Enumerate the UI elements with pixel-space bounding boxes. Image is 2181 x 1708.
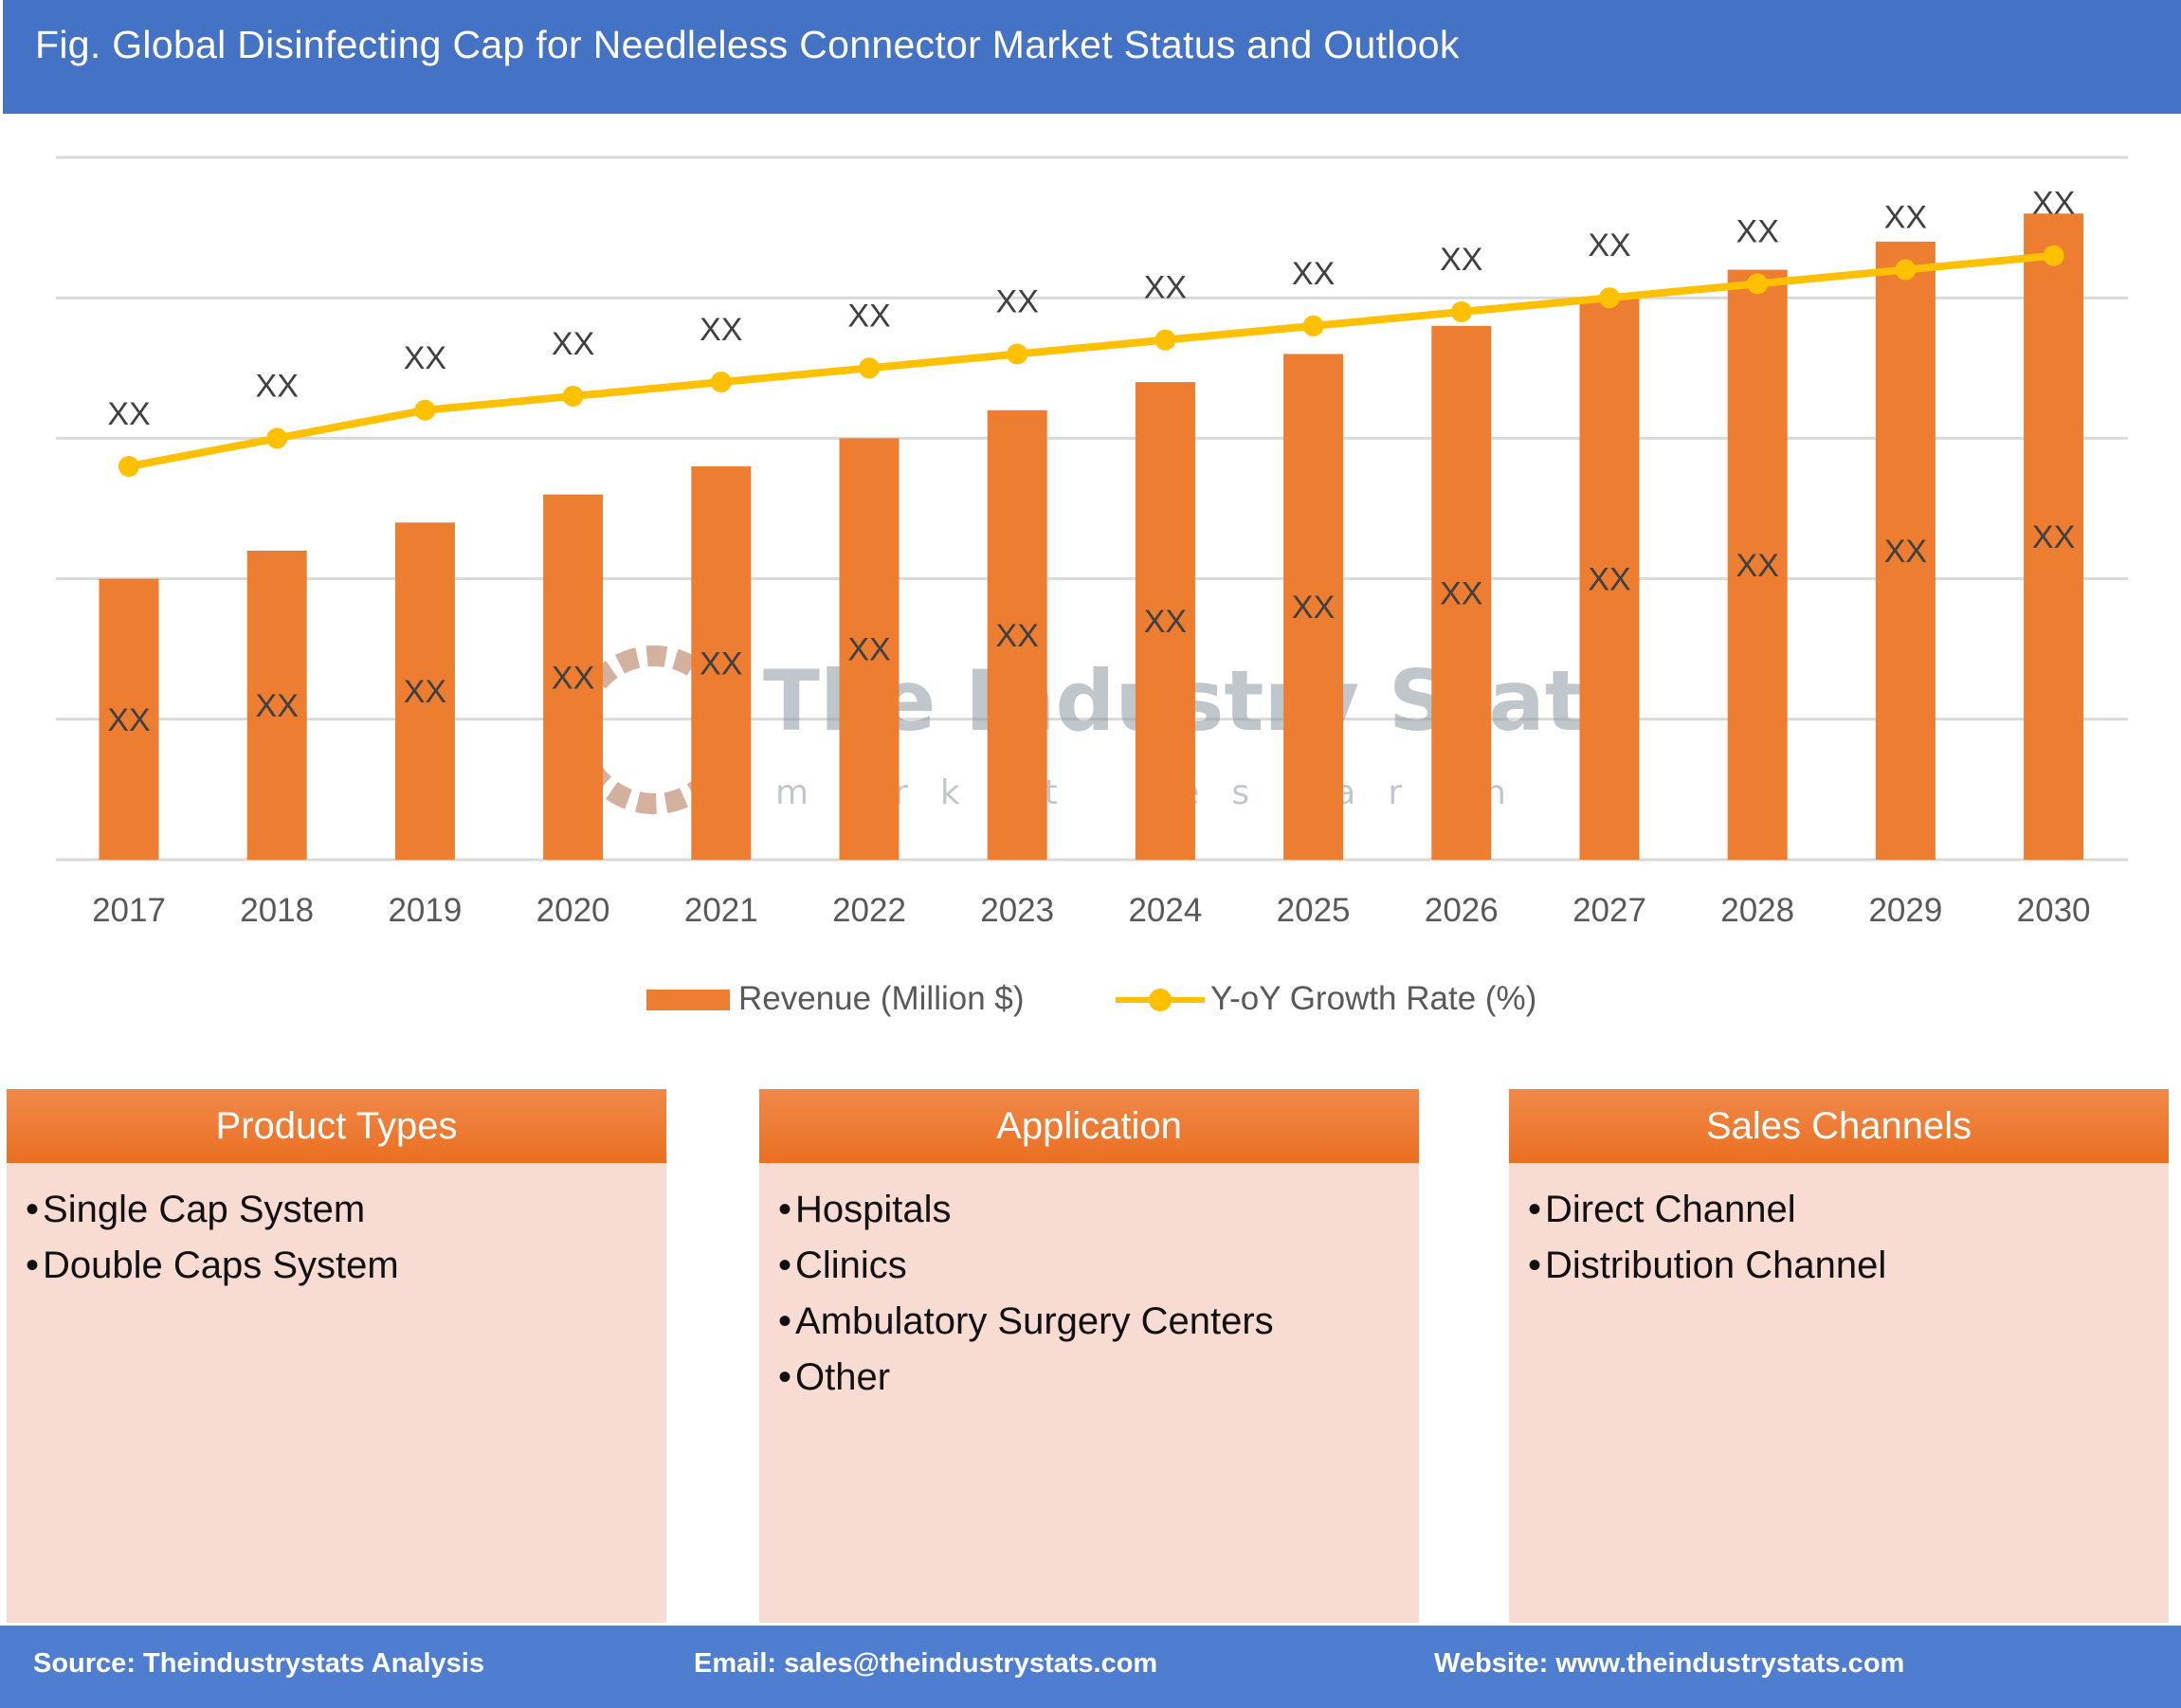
line-data-label: XX (1292, 256, 1335, 292)
list-item: Clinics (778, 1238, 1419, 1294)
line-data-label: XX (107, 396, 150, 432)
footer-source: Source: Theindustrystats Analysis (33, 1648, 484, 1679)
x-tick-label: 2028 (1720, 892, 1794, 929)
bar-data-label: XX (256, 688, 299, 724)
panel-sales-channels: Sales Channels Direct ChannelDistributio… (1509, 1089, 2169, 1623)
list-item: Hospitals (778, 1182, 1419, 1238)
panel-application: Application HospitalsClinicsAmbulatory S… (759, 1089, 1419, 1623)
growth-point-2021 (710, 372, 732, 393)
line-data-label: XX (1884, 200, 1927, 236)
bar-data-label: XX (404, 674, 446, 710)
line-data-label: XX (2032, 186, 2075, 222)
growth-point-2027 (1599, 287, 1620, 309)
title-bar: Fig. Global Disinfecting Cap for Needlel… (3, 0, 2181, 114)
bar-data-label: XX (1440, 575, 1482, 611)
list-item: Other (778, 1350, 1419, 1406)
list-item: Double Caps System (26, 1238, 666, 1294)
bar-data-label: XX (1588, 562, 1630, 598)
list-item: Single Cap System (26, 1182, 666, 1238)
panel-header: Product Types (7, 1089, 666, 1163)
growth-point-2019 (414, 399, 436, 421)
line-data-label: XX (700, 312, 742, 348)
x-tick-label: 2023 (980, 892, 1054, 929)
x-tick-label: 2029 (1868, 892, 1942, 929)
page-title: Fig. Global Disinfecting Cap for Needlel… (35, 23, 1460, 66)
line-data-label: XX (1440, 242, 1482, 278)
list-item: Distribution Channel (1528, 1238, 2169, 1294)
line-data-label: XX (1588, 227, 1630, 263)
x-tick-label: 2017 (92, 892, 166, 929)
growth-point-2023 (1007, 343, 1028, 365)
growth-point-2028 (1747, 273, 1769, 295)
line-data-label: XX (256, 368, 299, 404)
x-tick-label: 2019 (388, 892, 462, 929)
growth-point-2025 (1302, 315, 1324, 336)
panel-product-types: Product Types Single Cap SystemDouble Ca… (7, 1089, 666, 1623)
x-tick-label: 2020 (536, 892, 610, 929)
panel-header: Sales Channels (1509, 1089, 2169, 1163)
growth-point-2026 (1450, 301, 1472, 323)
bar-data-label: XX (1884, 534, 1927, 570)
bar-data-label: XX (700, 646, 742, 682)
chart: The Industry Stats market research XX201… (56, 155, 2128, 929)
growth-point-2020 (562, 385, 584, 407)
growth-point-2022 (859, 357, 880, 379)
growth-point-2029 (1895, 259, 1917, 281)
legend-marker-growth (1149, 989, 1172, 1011)
x-tick-label: 2018 (240, 892, 314, 929)
footer: Source: Theindustrystats Analysis Email:… (0, 1626, 2181, 1708)
x-tick-label: 2025 (1277, 892, 1351, 929)
line-data-label: XX (552, 326, 594, 362)
bar-data-label: XX (1736, 548, 1779, 584)
footer-email: Email: sales@theindustrystats.com (694, 1648, 1158, 1679)
line-data-label: XX (404, 340, 446, 376)
x-tick-label: 2024 (1128, 892, 1202, 929)
line-data-label: XX (1736, 213, 1779, 249)
bar-data-label: XX (552, 660, 594, 696)
legend-label-growth: Y-oY Growth Rate (%) (1210, 980, 1537, 1017)
x-tick-label: 2022 (832, 892, 906, 929)
line-data-label: XX (847, 298, 890, 334)
x-tick-label: 2030 (2017, 892, 2091, 929)
line-data-label: XX (1144, 270, 1187, 306)
line-data-label: XX (996, 283, 1039, 319)
x-tick-label: 2026 (1425, 892, 1499, 929)
panel-header: Application (759, 1089, 1419, 1163)
footer-website: Website: www.theindustrystats.com (1434, 1648, 1905, 1679)
growth-point-2024 (1154, 329, 1176, 351)
bar-data-label: XX (1144, 604, 1187, 640)
legend-label-revenue: Revenue (Million $) (738, 980, 1025, 1017)
list-item: Direct Channel (1528, 1182, 2169, 1238)
bar-data-label: XX (1292, 590, 1335, 626)
bar-data-label: XX (2032, 519, 2075, 555)
growth-point-2030 (2043, 245, 2064, 266)
x-tick-label: 2021 (684, 892, 758, 929)
growth-point-2017 (118, 456, 139, 478)
legend-swatch-revenue (646, 990, 730, 1010)
bar-data-label: XX (847, 632, 890, 668)
bar-data-label: XX (107, 702, 150, 738)
growth-point-2018 (266, 427, 288, 449)
list-item: Ambulatory Surgery Centers (778, 1294, 1419, 1350)
bar-data-label: XX (996, 618, 1039, 654)
x-tick-label: 2027 (1572, 892, 1646, 929)
